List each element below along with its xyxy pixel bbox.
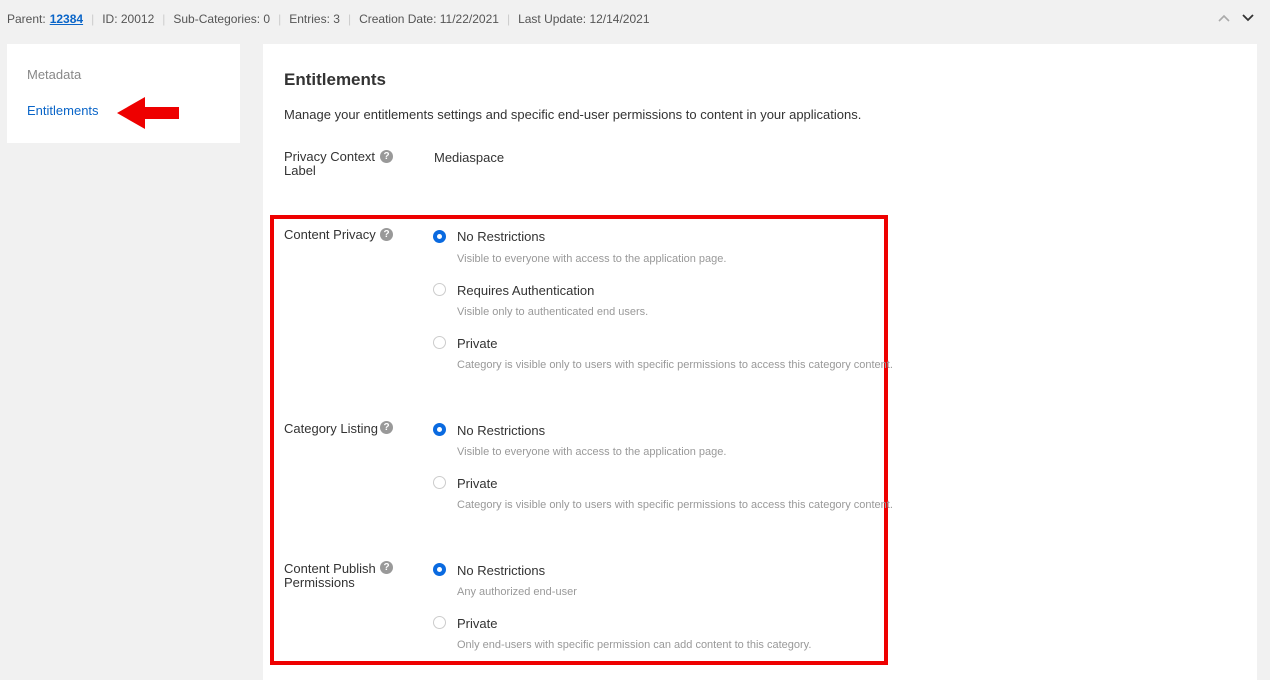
radio-description: Category is visible only to users with s… [457, 499, 893, 511]
page-title: Entitlements [284, 70, 387, 89]
content-privacy-no-restrictions-radio[interactable] [433, 230, 446, 243]
radio-description: Category is visible only to users with s… [457, 359, 893, 371]
sidebar-item-entitlements[interactable]: Entitlements [27, 103, 99, 118]
radio-label[interactable]: Requires Authentication [457, 283, 594, 298]
content-publish-private-radio[interactable] [433, 616, 446, 629]
sidebar-item-metadata[interactable]: Metadata [27, 67, 81, 82]
page-description: Manage your entitlements settings and sp… [284, 107, 862, 122]
content-publish-permissions-label: Content Publish Permissions [284, 561, 376, 590]
divider: | [278, 12, 282, 26]
radio-description: Any authorized end-user [457, 586, 577, 598]
id-info: ID: 20012 [102, 12, 155, 26]
help-icon[interactable]: ? [380, 421, 393, 434]
radio-label[interactable]: Private [457, 616, 497, 631]
content-publish-no-restrictions-radio[interactable] [433, 563, 446, 576]
help-icon[interactable]: ? [380, 561, 393, 574]
radio-label[interactable]: Private [457, 476, 497, 491]
radio-description: Visible to everyone with access to the a… [457, 446, 727, 458]
parent-info: Parent: 12384 [7, 12, 83, 26]
divider: | [91, 12, 95, 26]
chevron-down-icon[interactable] [1240, 10, 1256, 26]
privacy-context-value: Mediaspace [434, 150, 505, 165]
radio-label[interactable]: No Restrictions [457, 563, 545, 578]
category-listing-private-radio[interactable] [433, 476, 446, 489]
help-icon[interactable]: ? [380, 150, 393, 163]
red-arrow-annotation [117, 97, 179, 129]
chevron-up-icon[interactable] [1216, 10, 1232, 26]
content-privacy-requires-authentication-radio[interactable] [433, 283, 446, 296]
divider: | [506, 12, 511, 26]
radio-label[interactable]: No Restrictions [457, 423, 545, 438]
parent-label: Parent: [7, 12, 46, 26]
content-privacy-private-radio[interactable] [433, 336, 446, 349]
last-update-info: Last Update: 12/14/2021 [518, 12, 650, 26]
creation-date-info: Creation Date: 11/22/2021 [359, 12, 499, 26]
help-icon[interactable]: ? [380, 228, 393, 241]
content-privacy-label: Content Privacy [284, 227, 376, 242]
radio-label[interactable]: No Restrictions [457, 229, 545, 244]
sub-categories-info: Sub-Categories: 0 [173, 12, 271, 26]
divider: | [347, 12, 352, 26]
category-info-bar: Parent: 12384 | ID: 20012 | Sub-Categori… [0, 0, 1270, 40]
category-listing-label: Category Listing [284, 421, 378, 436]
category-listing-no-restrictions-radio[interactable] [433, 423, 446, 436]
sidebar: Metadata Entitlements [7, 44, 240, 143]
radio-description: Visible to everyone with access to the a… [457, 253, 727, 265]
privacy-context-label: Privacy Context Label [284, 149, 376, 178]
radio-description: Visible only to authenticated end users. [457, 306, 649, 318]
radio-description: Only end-users with specific permission … [457, 639, 812, 651]
divider: | [162, 12, 166, 26]
entitlements-panel: Entitlements Manage your entitlements se… [263, 44, 1257, 680]
parent-link[interactable]: 12384 [50, 12, 83, 26]
entries-info: Entries: 3 [289, 12, 340, 26]
radio-label[interactable]: Private [457, 336, 497, 351]
